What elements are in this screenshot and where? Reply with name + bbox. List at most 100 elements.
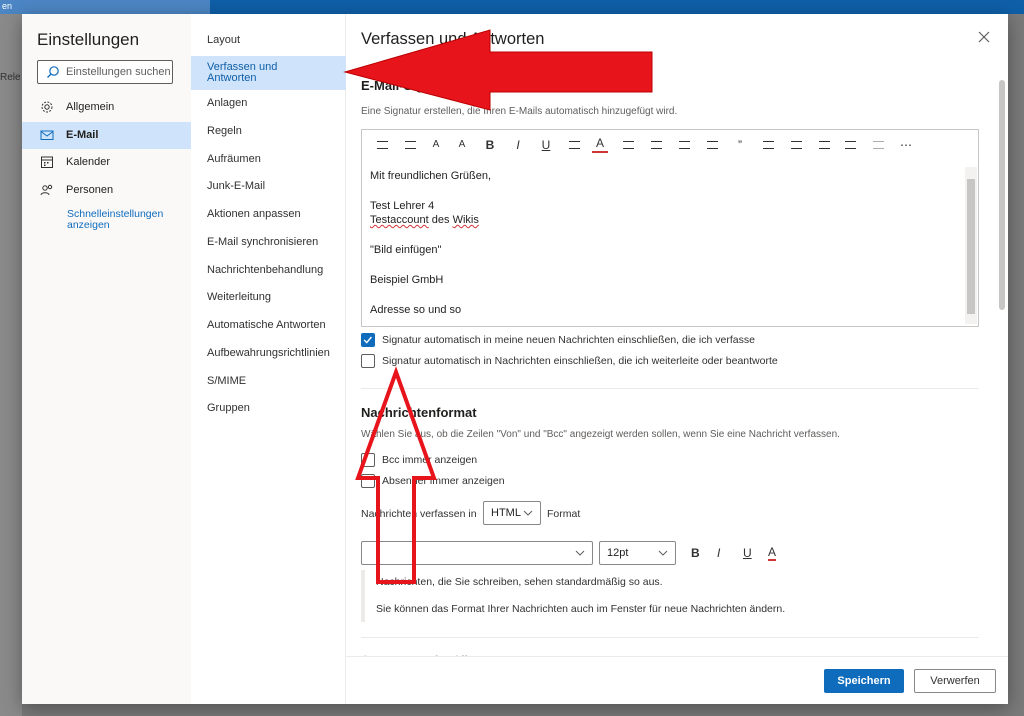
signature-line: Adresse so und so (370, 304, 462, 316)
font-size-icon[interactable]: A (428, 137, 444, 153)
signature-line: Testaccount des Wikis (370, 214, 960, 228)
quote-icon[interactable]: ” (732, 137, 748, 153)
subnav-label: Aufräumen (207, 153, 261, 165)
compose-format-value: HTML (491, 507, 521, 519)
divider (361, 388, 979, 389)
signature-line (370, 184, 960, 198)
spell-error: Wikis (452, 214, 479, 226)
footer-divider (346, 656, 1008, 657)
mail-subnav: Layout Verfassen und Antworten Anlagen R… (191, 14, 346, 704)
align-center-glyph (790, 141, 802, 149)
compose-suffix: Format (547, 508, 581, 520)
subnav-label: Regeln (207, 125, 242, 137)
sidebar-item-kalender[interactable]: Kalender (22, 149, 191, 176)
editor-toolbar: A A B I U A” ⋯ (362, 130, 978, 160)
link-glyph (844, 141, 856, 149)
subnav-label: Junk-E-Mail (207, 180, 266, 192)
content-scrollbar[interactable] (997, 66, 1007, 656)
signature-line (370, 258, 960, 272)
editor-scrollbar[interactable] (965, 167, 977, 324)
chevron-down-icon (658, 550, 668, 556)
decrease-indent-icon[interactable] (676, 137, 692, 153)
underline-button[interactable]: U (743, 546, 752, 560)
align-left-glyph (762, 141, 774, 149)
checkbox-unchecked[interactable] (361, 474, 375, 488)
more-icon[interactable]: ⋯ (898, 137, 914, 153)
quick-settings-link[interactable]: Schnelleinstellungen anzeigen (67, 209, 177, 231)
search-icon (47, 66, 59, 78)
gear-icon (41, 101, 53, 113)
subnav-label: Aufbewahrungsrichtlinien (207, 347, 330, 359)
message-format-description: Wählen Sie aus, ob die Zeilen "Von" und … (361, 429, 840, 440)
bold-icon[interactable]: B (482, 137, 498, 153)
app-tab[interactable]: en (0, 0, 210, 14)
highlight-icon[interactable] (566, 137, 582, 153)
link-icon[interactable] (842, 137, 858, 153)
signature-line: "Bild einfügen" (370, 244, 442, 256)
settings-title: Einstellungen (37, 30, 140, 49)
checkbox-label: Bcc immer anzeigen (382, 454, 478, 466)
italic-button[interactable]: I (717, 546, 720, 560)
underline-icon[interactable]: U (538, 137, 554, 153)
subnav-label: Verfassen und Antworten (207, 61, 278, 84)
settings-content: Verfassen und Antworten E-Mail-Signatur … (346, 14, 1008, 704)
background-mail-list: Rele (0, 14, 22, 716)
editor-scroll-thumb[interactable] (967, 179, 975, 314)
increase-indent-icon[interactable] (704, 137, 720, 153)
insert-image-icon[interactable] (374, 137, 390, 153)
sidebar-item-allgemein[interactable]: Allgemein (22, 94, 191, 121)
checkbox-unchecked[interactable] (361, 354, 375, 368)
bullets-icon[interactable] (620, 137, 636, 153)
subnav-label: Nachrichtenbehandlung (207, 264, 324, 276)
subnav-label: Anlagen (207, 97, 248, 109)
settings-search-input[interactable]: Einstellungen suchen (37, 60, 173, 84)
superscript-icon[interactable]: A (454, 137, 470, 153)
unlink-icon[interactable] (870, 137, 886, 153)
subnav-label: Gruppen (207, 402, 250, 414)
app-top-bar: en (0, 0, 1024, 14)
message-format-heading: Nachrichtenformat (361, 405, 477, 420)
chevron-down-icon (523, 510, 533, 516)
subnav-item-verfassen[interactable]: Verfassen und Antworten (191, 56, 346, 90)
chevron-down-icon (575, 550, 585, 556)
app-tab-label: en (2, 1, 13, 11)
sidebar-item-personen[interactable]: Personen (22, 177, 191, 204)
background-label: Rele (0, 72, 21, 83)
calendar-icon (41, 156, 53, 168)
divider (361, 637, 979, 638)
sidebar-item-email[interactable]: E-Mail (22, 122, 191, 149)
numbering-icon[interactable] (648, 137, 664, 153)
content-scroll-thumb[interactable] (999, 80, 1005, 310)
save-button[interactable]: Speichern (824, 669, 904, 693)
settings-dialog: Einstellungen Einstellungen suchen Allge… (22, 14, 1008, 704)
checkbox-checked[interactable] (361, 333, 375, 347)
checkbox-unchecked[interactable] (361, 453, 375, 467)
checkmark-icon (363, 336, 372, 344)
font-color-button[interactable]: A (768, 546, 777, 561)
font-size-dropdown[interactable]: 12pt (599, 541, 676, 565)
bold-button[interactable]: B (691, 546, 700, 560)
bullets-glyph (622, 141, 634, 149)
close-icon[interactable] (977, 30, 991, 44)
discard-button[interactable]: Verwerfen (914, 669, 996, 693)
signature-line: Test Lehrer 4 (370, 200, 435, 212)
signature-editor[interactable]: A A B I U A” ⋯ Mit freundlichen Grüßen, Test L… (361, 129, 979, 327)
checkbox-label: Signatur automatisch in Nachrichten eins… (382, 355, 778, 367)
align-left-icon[interactable] (760, 137, 776, 153)
format-painter-icon[interactable] (402, 137, 418, 153)
checkbox-label: Signatur automatisch in meine neuen Nach… (382, 334, 755, 346)
align-right-icon[interactable] (816, 137, 832, 153)
subnav-label: S/MIME (207, 375, 247, 387)
italic-icon[interactable]: I (510, 137, 526, 153)
align-center-icon[interactable] (788, 137, 804, 153)
subnav-label: Automatische Antworten (207, 319, 326, 331)
sidebar-item-label: Allgemein (66, 101, 115, 113)
font-family-dropdown[interactable] (361, 541, 593, 565)
sidebar-item-label: E-Mail (66, 129, 99, 141)
settings-sidebar: Einstellungen Einstellungen suchen Allge… (22, 14, 191, 704)
signature-line (370, 228, 960, 242)
font-color-icon[interactable]: A (592, 137, 608, 153)
signature-text: des (428, 214, 453, 226)
compose-format-dropdown[interactable]: HTML (483, 501, 541, 525)
signature-body[interactable]: Mit freundlichen Grüßen, Test Lehrer 4 T… (370, 170, 960, 318)
